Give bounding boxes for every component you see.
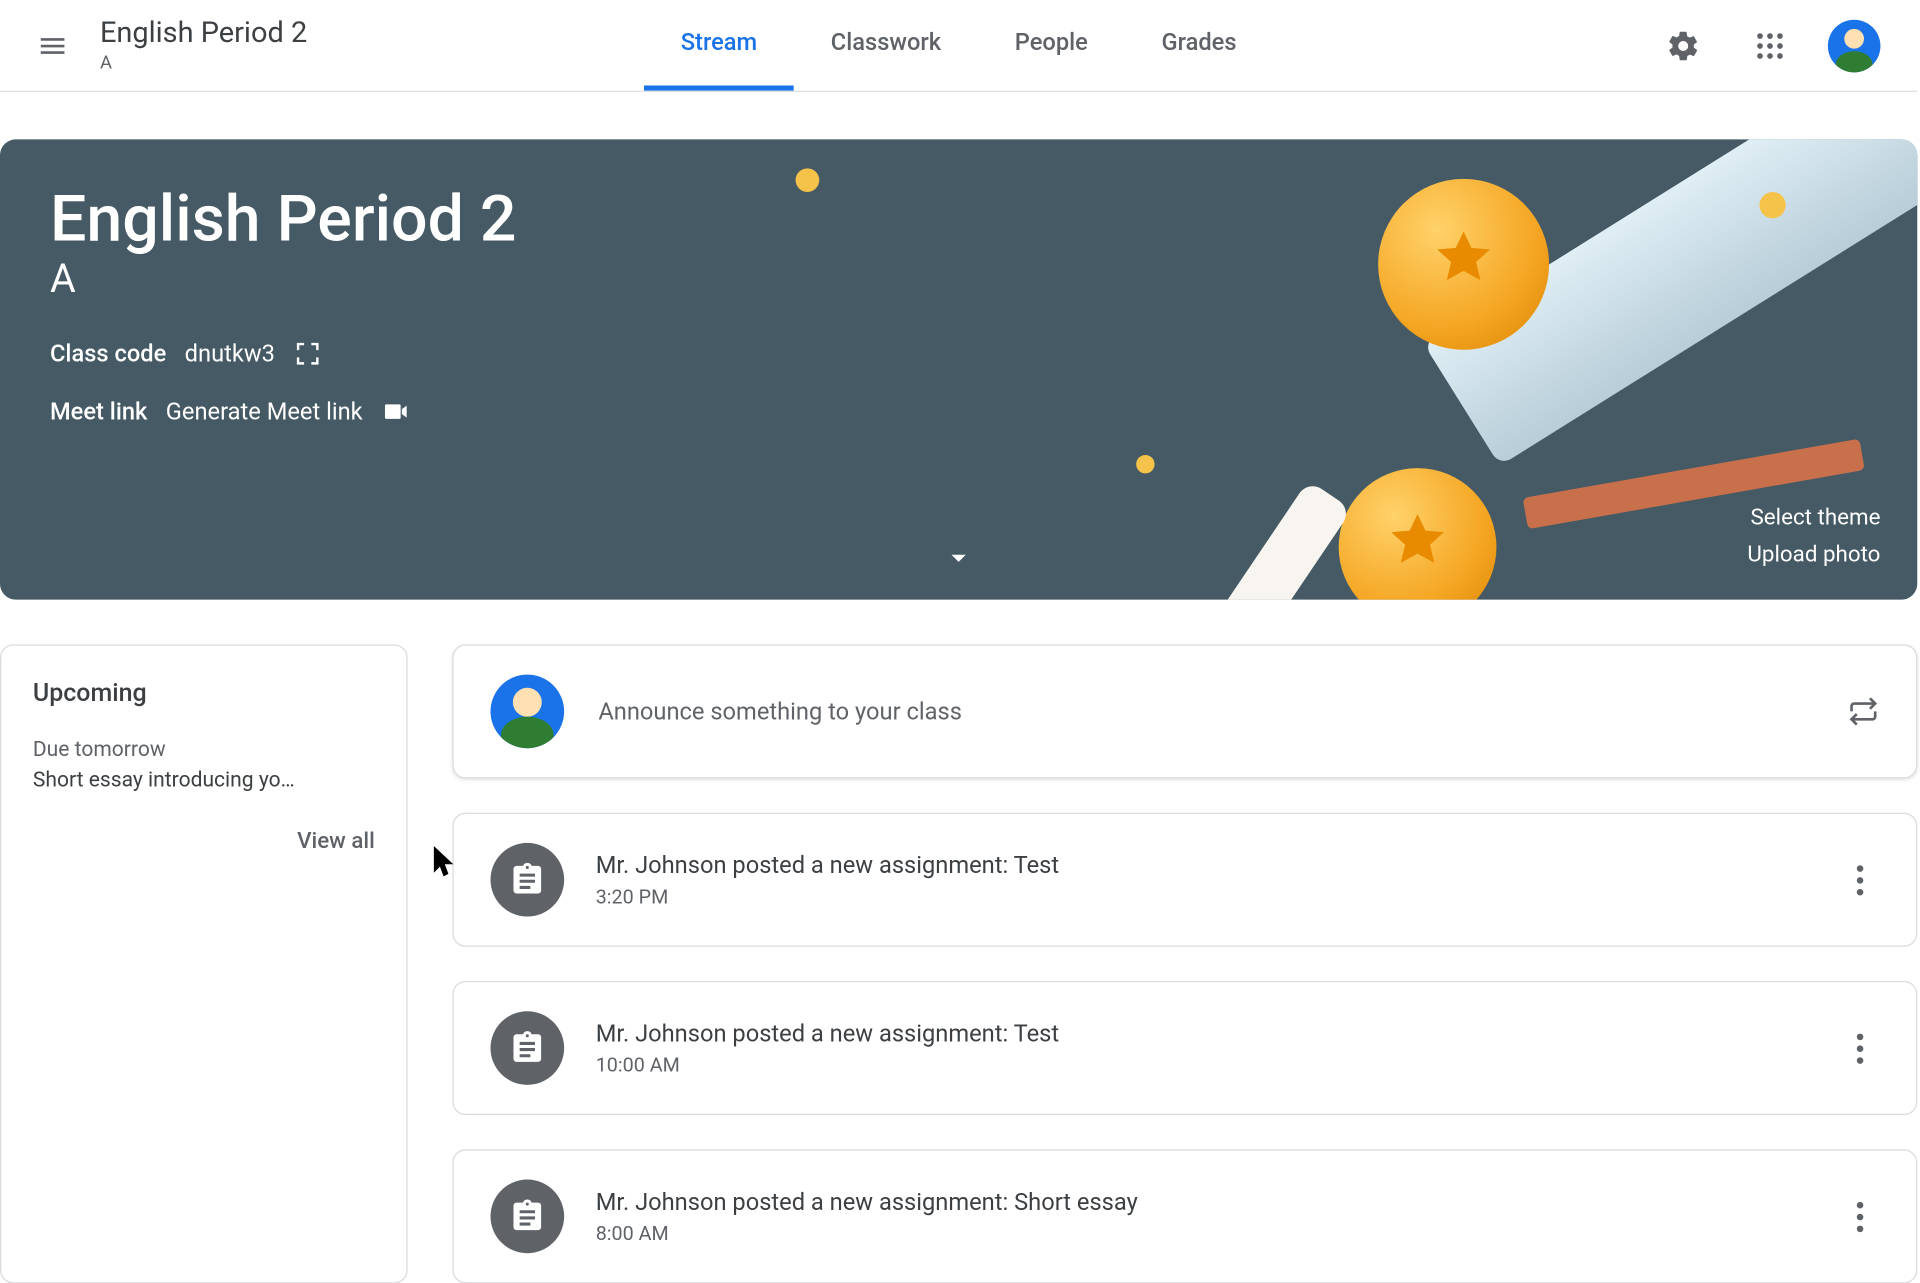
assignment-icon bbox=[490, 843, 564, 917]
post-body: Mr. Johnson posted a new assignment: Tes… bbox=[596, 1020, 1840, 1077]
post-time: 8:00 AM bbox=[596, 1221, 1840, 1245]
generate-meet-link[interactable]: Generate Meet link bbox=[166, 398, 363, 426]
post-title: Mr. Johnson posted a new assignment: Sho… bbox=[596, 1188, 1840, 1216]
announce-placeholder: Announce something to your class bbox=[598, 698, 1847, 726]
post-time: 3:20 PM bbox=[596, 884, 1840, 908]
upcoming-heading: Upcoming bbox=[33, 677, 375, 707]
page-main: English Period 2 A Class code dnutkw3 Me… bbox=[0, 92, 1917, 1283]
apps-button[interactable] bbox=[1741, 16, 1799, 74]
upload-photo-button[interactable]: Upload photo bbox=[1747, 537, 1880, 574]
main-menu-button[interactable] bbox=[21, 14, 84, 77]
fullscreen-icon[interactable] bbox=[293, 339, 322, 368]
chevron-down-icon bbox=[942, 540, 976, 574]
top-tabs: Stream Classwork People Grades bbox=[644, 1, 1273, 90]
settings-button[interactable] bbox=[1654, 16, 1712, 74]
tab-classwork[interactable]: Classwork bbox=[794, 1, 978, 90]
header-right-actions bbox=[1654, 16, 1896, 74]
post-title: Mr. Johnson posted a new assignment: Tes… bbox=[596, 1020, 1840, 1048]
header-class-section: A bbox=[100, 53, 307, 74]
menu-icon bbox=[37, 30, 69, 62]
apps-icon bbox=[1753, 28, 1787, 62]
banner-art-dot-2 bbox=[1136, 455, 1154, 473]
upcoming-card: Upcoming Due tomorrow Short essay introd… bbox=[0, 644, 408, 1283]
header-title-block: English Period 2 A bbox=[100, 17, 307, 74]
stream-post[interactable]: Mr. Johnson posted a new assignment: Sho… bbox=[452, 1149, 1917, 1283]
more-vert-icon bbox=[1856, 876, 1863, 883]
app-header: English Period 2 A Stream Classwork Peop… bbox=[0, 0, 1917, 92]
upcoming-item[interactable]: Short essay introducing yo… bbox=[33, 767, 375, 792]
gear-icon bbox=[1666, 28, 1700, 62]
stream-content: Upcoming Due tomorrow Short essay introd… bbox=[0, 644, 1917, 1283]
banner-art-medal-2 bbox=[1339, 468, 1497, 599]
more-vert-icon bbox=[1856, 1213, 1863, 1220]
header-class-name[interactable]: English Period 2 bbox=[100, 17, 307, 50]
tab-people[interactable]: People bbox=[978, 1, 1125, 90]
banner-theme-actions: Select theme Upload photo bbox=[1747, 500, 1880, 574]
post-title: Mr. Johnson posted a new assignment: Tes… bbox=[596, 851, 1840, 879]
banner-art-medal-1 bbox=[1378, 179, 1549, 350]
banner-art-dot-3 bbox=[1759, 192, 1785, 218]
stream-post[interactable]: Mr. Johnson posted a new assignment: Tes… bbox=[452, 813, 1917, 947]
meet-link-label: Meet link bbox=[50, 398, 147, 426]
composer-avatar bbox=[490, 675, 564, 749]
view-all-button[interactable]: View all bbox=[33, 828, 375, 854]
reuse-post-icon[interactable] bbox=[1848, 696, 1880, 728]
post-options-button[interactable] bbox=[1840, 860, 1879, 899]
banner-art-dot-1 bbox=[796, 168, 820, 192]
select-theme-button[interactable]: Select theme bbox=[1747, 500, 1880, 537]
class-code-label: Class code bbox=[50, 340, 166, 368]
account-avatar[interactable] bbox=[1828, 19, 1881, 72]
post-body: Mr. Johnson posted a new assignment: Sho… bbox=[596, 1188, 1840, 1245]
assignment-icon bbox=[490, 1180, 564, 1254]
more-vert-icon bbox=[1856, 1045, 1863, 1052]
post-time: 10:00 AM bbox=[596, 1053, 1840, 1077]
banner-art-handle bbox=[1220, 480, 1352, 600]
post-options-button[interactable] bbox=[1840, 1028, 1879, 1067]
tab-grades[interactable]: Grades bbox=[1125, 1, 1274, 90]
assignment-icon bbox=[490, 1011, 564, 1085]
class-banner: English Period 2 A Class code dnutkw3 Me… bbox=[0, 139, 1917, 599]
announce-composer[interactable]: Announce something to your class bbox=[452, 644, 1917, 778]
video-icon[interactable] bbox=[381, 397, 410, 426]
class-code-value[interactable]: dnutkw3 bbox=[185, 340, 275, 368]
stream-feed: Announce something to your class Mr. Joh… bbox=[452, 644, 1917, 1283]
tab-stream[interactable]: Stream bbox=[644, 1, 794, 90]
post-options-button[interactable] bbox=[1840, 1197, 1879, 1236]
upcoming-due-label: Due tomorrow bbox=[33, 736, 375, 761]
banner-expand-button[interactable] bbox=[935, 534, 982, 581]
post-body: Mr. Johnson posted a new assignment: Tes… bbox=[596, 851, 1840, 908]
stream-post[interactable]: Mr. Johnson posted a new assignment: Tes… bbox=[452, 981, 1917, 1115]
